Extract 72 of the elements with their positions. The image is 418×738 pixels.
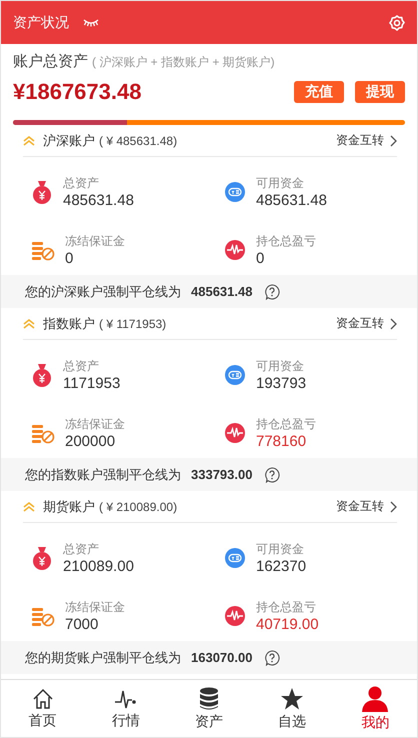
transfer-link[interactable]: 资金互转 [336,315,384,332]
stat-label: 冻结保证金 [65,599,125,616]
nav-tab[interactable]: 资产 [167,680,251,737]
account-amount: ( ¥ 485631.48) [99,134,178,148]
help-icon[interactable] [264,284,280,300]
star-icon [280,686,304,710]
stat-label: 总资产 [63,358,100,375]
total-assets-value: ¥1867673.48 [13,79,142,105]
stat-value: 200000 [65,433,116,450]
stat-value: 778160 [256,433,308,450]
coins-blocked-icon [31,239,55,261]
nav-tab[interactable]: 我的 [334,680,417,737]
chevron-right-icon[interactable] [390,318,397,330]
total-assets-label: 账户总资产 [13,52,88,71]
stat-label: 可用资金 [256,175,305,192]
stat-value: 485631.48 [256,192,327,209]
coins-blocked-icon [31,605,55,627]
stat-value: 210089.00 [63,558,134,575]
stat-label: 可用资金 [256,358,305,375]
stat-value: 0 [256,250,266,267]
stat-label: 持仓总盈亏 [256,416,316,433]
card-icon [224,364,246,386]
money-bag-icon [31,363,53,387]
stat-label: 持仓总盈亏 [256,233,316,250]
page-title: 资产状况 [13,14,69,32]
liquidation-value: 163070.00 [191,650,252,665]
stat-value: 193793 [256,375,306,392]
liquidation-label: 您的指数账户强制平仓线为 [25,466,181,484]
user-icon [361,686,390,712]
stat-label: 总资产 [63,175,100,192]
help-icon[interactable] [264,466,280,482]
account-name: 期货账户 [43,498,95,516]
pulse-icon [224,605,246,627]
account-name: 指数账户 [43,314,95,332]
stat-label: 冻结保证金 [65,416,125,433]
liquidation-label: 您的沪深账户强制平仓线为 [25,282,181,300]
chevron-right-icon[interactable] [390,134,397,146]
stat-value: 162370 [256,558,306,575]
database-icon [198,686,219,710]
transfer-link[interactable]: 资金互转 [336,498,384,515]
card-icon [224,547,246,569]
account-amount: ( ¥ 1171953) [99,316,166,330]
chevron-right-icon[interactable] [390,500,397,512]
liquidation-value: 485631.48 [191,284,252,299]
card-icon [224,181,246,203]
stat-value: 485631.48 [63,192,134,209]
stat-label: 可用资金 [256,541,305,558]
transfer-link[interactable]: 资金互转 [336,132,384,149]
nav-tab[interactable]: 自选 [250,680,334,737]
liquidation-value: 333793.00 [191,467,252,482]
liquidation-label: 您的期货账户强制平仓线为 [25,648,181,666]
account-name: 沪深账户 [43,132,95,150]
money-bag-icon [31,180,53,204]
stat-value: 40719.00 [256,616,319,633]
nav-tab[interactable]: 行情 [84,680,168,737]
stat-value: 7000 [65,616,100,633]
total-assets-note: ( 沪深账户 + 指数账户 + 期货账户) [92,54,275,71]
home-icon [32,688,54,710]
eye-closed-icon[interactable] [83,18,99,26]
money-bag-icon [31,546,53,570]
pulse-icon [224,422,246,444]
stat-label: 持仓总盈亏 [256,599,317,616]
account-amount: ( ¥ 210089.00) [99,500,178,514]
nav-tab[interactable]: 首页 [1,680,84,737]
stat-label: 总资产 [63,541,100,558]
stat-label: 冻结保证金 [65,233,125,250]
pulse-icon [224,239,246,261]
help-icon[interactable] [264,650,280,666]
stat-value: 0 [65,250,74,267]
stat-value: 1171953 [63,375,120,392]
coins-blocked-icon [31,422,55,444]
settings-icon[interactable] [389,14,405,30]
